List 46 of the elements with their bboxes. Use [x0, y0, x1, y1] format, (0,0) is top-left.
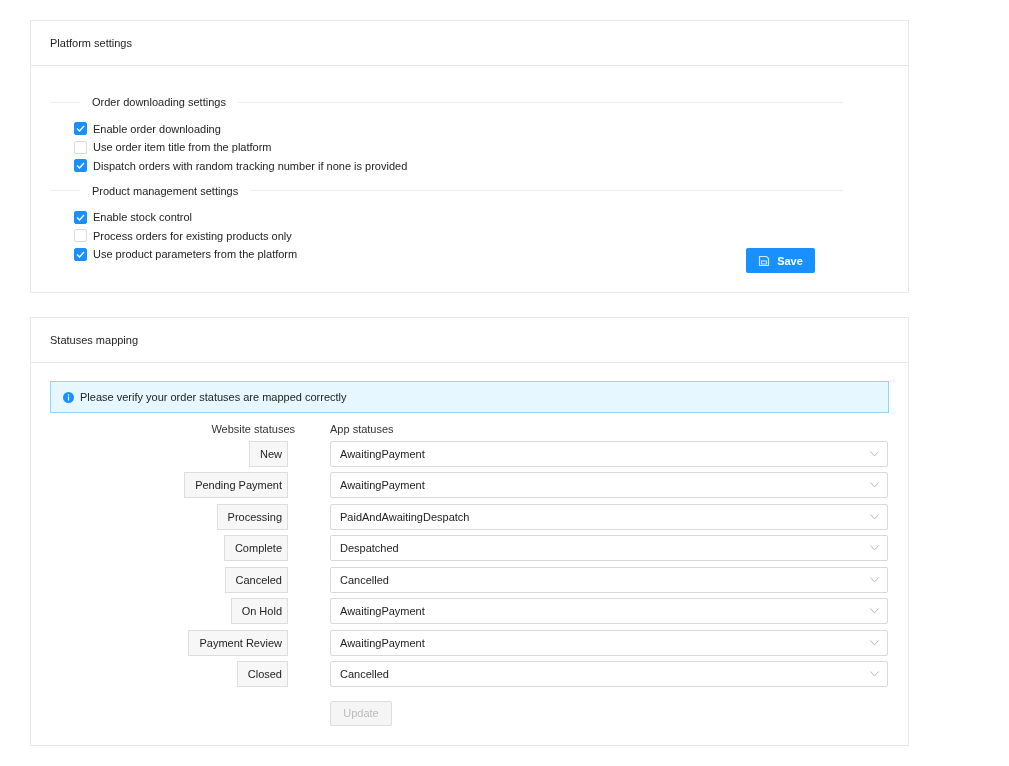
app-status-select[interactable]: AwaitingPayment: [330, 598, 888, 624]
option-label: Enable stock control: [93, 211, 193, 224]
option-label: Dispatch orders with random tracking number if none is provided: [93, 159, 408, 172]
website-status-label: Pending Payment: [184, 472, 288, 498]
checkbox[interactable]: [74, 247, 87, 261]
option-label: Use order item title from the platform: [93, 141, 272, 154]
chevron-down-icon: [870, 671, 879, 677]
website-status-label: Processing: [216, 503, 288, 530]
checkbox[interactable]: [74, 210, 87, 224]
website-status-label: Canceled: [224, 566, 288, 593]
checkbox[interactable]: [74, 122, 87, 136]
option-label: Process orders for existing products only: [93, 229, 292, 242]
check-icon: [76, 162, 85, 170]
option-label: Use product parameters from the platform: [93, 248, 298, 261]
website-status-label: Closed: [236, 661, 288, 687]
app-status-select[interactable]: AwaitingPayment: [330, 629, 888, 656]
column-header: App statuses: [330, 423, 394, 435]
section-heading: Order downloading settings: [91, 96, 227, 108]
chevron-down-icon: [870, 608, 879, 614]
app-status-select[interactable]: AwaitingPayment: [330, 472, 888, 498]
website-status-label: New: [249, 440, 288, 467]
website-status-label: Payment Review: [188, 629, 288, 656]
card-title: Platform settings: [31, 21, 908, 66]
website-status-label: On Hold: [230, 598, 288, 624]
option-label: Enable order downloading: [93, 122, 221, 135]
app-status-select[interactable]: PaidAndAwaitingDespatch: [330, 503, 888, 530]
checkbox[interactable]: [74, 159, 87, 173]
card-title: Statuses mapping: [31, 318, 908, 363]
app-status-select[interactable]: Cancelled: [330, 661, 888, 687]
chevron-down-icon: [870, 450, 879, 457]
chevron-down-icon: [870, 513, 879, 520]
chevron-down-icon: [870, 545, 879, 551]
column-header: Website statuses: [211, 423, 295, 435]
chevron-down-icon: [870, 576, 879, 583]
info-icon: [63, 391, 74, 403]
app-status-select[interactable]: Despatched: [330, 535, 888, 561]
chevron-down-icon: [870, 639, 879, 646]
check-icon: [76, 125, 85, 133]
check-icon: [76, 213, 85, 221]
website-status-label: Complete: [223, 535, 288, 561]
check-icon: [76, 250, 85, 258]
app-status-select[interactable]: AwaitingPayment: [330, 440, 888, 467]
section-heading: Product management settings: [91, 184, 240, 197]
chevron-down-icon: [870, 482, 879, 488]
alert-text: Please verify your order statuses are mapped correctly: [80, 391, 347, 403]
app-status-select[interactable]: Cancelled: [330, 566, 888, 593]
